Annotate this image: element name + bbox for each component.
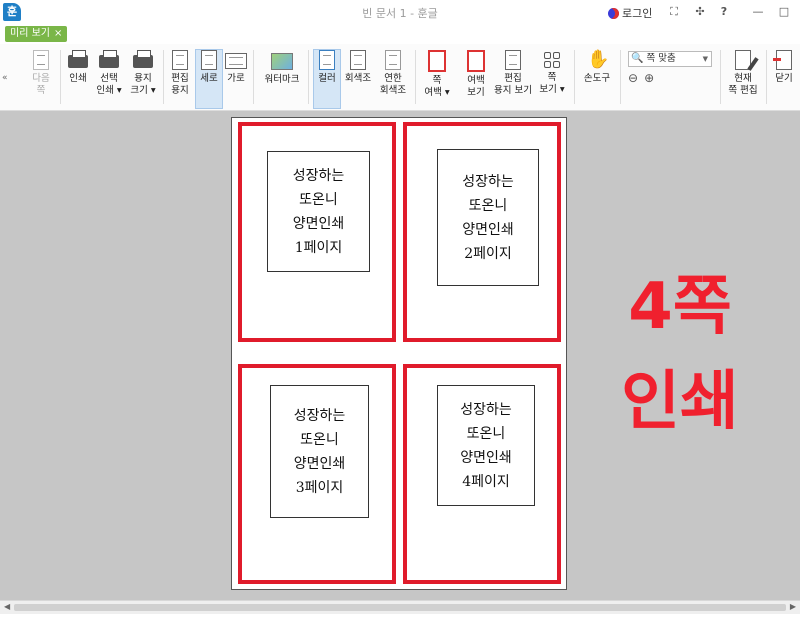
watermark-icon (271, 53, 293, 70)
page-view-icon (544, 52, 560, 68)
minimize-button[interactable]: — (750, 5, 766, 18)
select-print-button[interactable]: 선택 인쇄 ▾ (94, 50, 124, 97)
ribbon-collapse-icon[interactable]: « (2, 73, 8, 83)
edit-paper-icon (172, 50, 188, 70)
page-thumbnail-4: 성장하는 또온니 양면인쇄 4페이지 (437, 385, 535, 506)
fit-window-button[interactable]: ✣ (692, 5, 708, 18)
close-preview-button[interactable]: 닫기 (772, 50, 796, 85)
zoom-out-icon[interactable]: ⊖ (628, 71, 638, 85)
zoom-value: 쪽 맞춤 (646, 53, 676, 64)
select-printer-icon (99, 50, 119, 68)
tab-close-icon[interactable]: × (54, 26, 62, 42)
annotation-four-pages: 4쪽 (628, 270, 732, 344)
light-grayscale-icon (385, 50, 401, 70)
login-button[interactable]: 로그인 (608, 5, 652, 21)
close-preview-icon (773, 50, 792, 70)
page-thumbnail-3: 성장하는 또온니 양면인쇄 3페이지 (270, 385, 369, 518)
next-page-button[interactable]: 다음 쪽 (26, 50, 56, 97)
paper-size-button[interactable]: 용지 크기 ▾ (128, 50, 158, 97)
printer-icon (68, 50, 88, 68)
scrollbar-thumb[interactable] (14, 604, 786, 611)
next-page-icon (33, 50, 49, 70)
page-thumbnail-2: 성장하는 또온니 양면인쇄 2페이지 (437, 149, 539, 286)
margin-view-icon (467, 50, 485, 72)
status-strip (0, 614, 800, 619)
zoom-controls: ⊖ ⊕ (628, 71, 654, 85)
print-button[interactable]: 인쇄 (64, 50, 92, 85)
login-avatar-icon (608, 7, 619, 19)
page-thumbnail-1: 성장하는 또온니 양면인쇄 1페이지 (267, 151, 370, 272)
fullscreen-button[interactable]: ⛶ (666, 5, 682, 19)
scroll-left-icon[interactable]: ◀ (4, 602, 10, 611)
maximize-button[interactable]: □ (776, 5, 792, 18)
chevron-down-icon: ▼ (702, 55, 708, 63)
edit-paper-button[interactable]: 편집 용지 (167, 50, 193, 97)
edit-paper-view-icon (505, 50, 521, 70)
edit-paper-view-button[interactable]: 편집 용지 보기 (492, 50, 534, 97)
landscape-button[interactable]: 가로 (224, 50, 248, 85)
color-page-icon (319, 50, 335, 70)
edit-page-icon (735, 50, 751, 70)
scroll-right-icon[interactable]: ▶ (790, 602, 796, 611)
grayscale-button[interactable]: 회색조 (343, 50, 373, 85)
annotation-print: 인쇄 (621, 365, 739, 439)
page-margin-button[interactable]: 쪽 여백 ▾ (422, 50, 452, 99)
color-button[interactable]: 컬러 (313, 49, 341, 109)
page-margin-icon (428, 50, 446, 72)
zoom-in-icon[interactable]: ⊕ (644, 71, 654, 85)
preview-paper: 성장하는 또온니 양면인쇄 1페이지 성장하는 또온니 양면인쇄 2페이지 성장… (231, 117, 567, 590)
tab-print-preview[interactable]: 미리 보기 × (5, 26, 68, 42)
watermark-button[interactable]: 워터마크 (262, 50, 302, 86)
login-label: 로그인 (622, 7, 653, 20)
portrait-icon (201, 50, 217, 70)
tab-label: 미리 보기 (10, 28, 50, 39)
portrait-button[interactable]: 세로 (195, 49, 223, 109)
light-grayscale-button[interactable]: 연한 회색조 (377, 50, 409, 97)
page-view-button[interactable]: 쪽 보기 ▾ (538, 50, 566, 96)
landscape-icon (225, 53, 247, 69)
tab-bar: 미리 보기 × (0, 26, 800, 44)
margin-view-button[interactable]: 여백 보기 (462, 50, 490, 99)
paper-size-icon (133, 50, 153, 68)
grayscale-icon (350, 50, 366, 70)
title-bar: 훈 빈 문서 1 - 훈글 로그인 ⛶ ✣ ? — □ (0, 0, 800, 27)
help-button[interactable]: ? (716, 5, 732, 18)
hand-icon: ✋ (587, 49, 610, 70)
edit-current-page-button[interactable]: 현재 쪽 편집 (726, 50, 760, 97)
zoom-select[interactable]: 🔍 쪽 맞춤 ▼ (628, 51, 712, 67)
magnifier-icon: 🔍 (631, 53, 644, 64)
hand-tool-button[interactable]: ✋ 손도구 (581, 50, 613, 85)
horizontal-scrollbar[interactable]: ◀ ▶ (0, 600, 800, 614)
